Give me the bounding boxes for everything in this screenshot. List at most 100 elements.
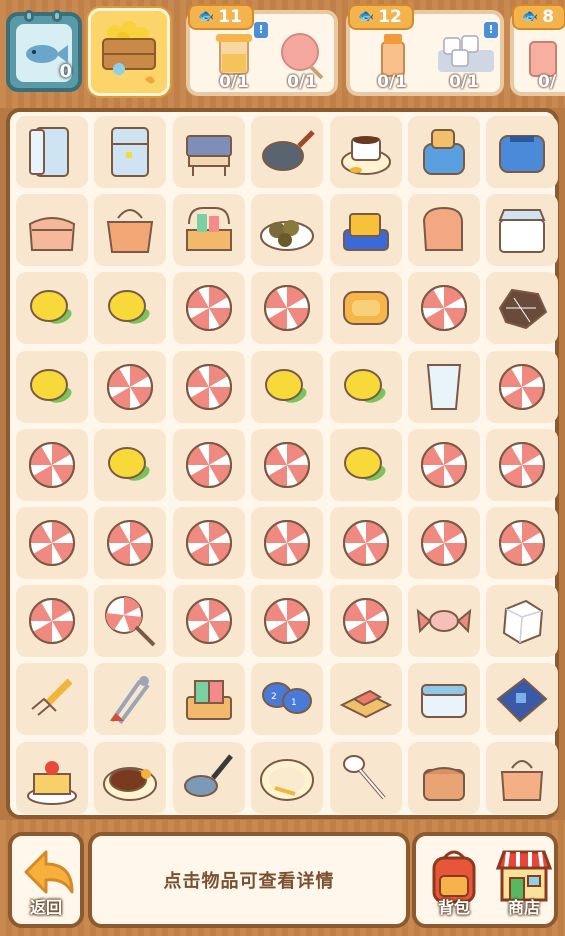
backpack-button[interactable]: 背包 — [418, 836, 490, 924]
item-cell[interactable] — [329, 663, 402, 736]
candy-icon — [29, 519, 75, 566]
item-cell[interactable] — [486, 428, 559, 501]
item-cell[interactable] — [94, 506, 167, 579]
item-cell[interactable] — [16, 350, 88, 423]
butter-dish-icon — [342, 213, 389, 252]
item-cell[interactable] — [407, 585, 480, 658]
fish-count: 0 — [59, 61, 72, 82]
hint-panel: 点击物品可查看详情 — [88, 832, 410, 928]
item-cell[interactable] — [486, 350, 559, 423]
item-cell[interactable] — [251, 428, 324, 501]
tongs-icon — [110, 676, 151, 725]
item-cell[interactable] — [407, 506, 480, 579]
item-cell[interactable] — [329, 350, 402, 423]
item-cell[interactable] — [486, 663, 559, 736]
item-cell[interactable] — [329, 116, 402, 188]
item-cell[interactable] — [251, 272, 324, 345]
shop-button[interactable]: 商店 — [488, 836, 560, 924]
item-cell[interactable] — [407, 116, 480, 188]
item-cell[interactable] — [172, 272, 245, 345]
item-cell[interactable] — [94, 585, 167, 658]
item-cell[interactable] — [251, 194, 324, 267]
fish-icon: 🐟 — [522, 9, 539, 24]
item-cell[interactable] — [16, 428, 88, 501]
item-cell[interactable] — [486, 272, 559, 345]
item-cell[interactable] — [94, 194, 167, 267]
item-cell[interactable] — [329, 428, 402, 501]
alert-icon: ! — [254, 22, 268, 38]
item-cell[interactable] — [94, 428, 167, 501]
item-cell[interactable] — [16, 116, 88, 188]
reward-count: 11 — [218, 7, 242, 27]
order-card-3[interactable]: 🐟 8 0/ — [510, 4, 565, 96]
item-cell[interactable] — [329, 194, 402, 267]
candy-icon — [107, 519, 154, 566]
lemon-icon — [30, 290, 72, 325]
item-cell[interactable] — [172, 663, 245, 736]
item-cell[interactable] — [486, 194, 559, 267]
item-cell[interactable] — [172, 194, 245, 267]
item-cell[interactable] — [172, 350, 245, 423]
item-cell[interactable] — [94, 663, 167, 736]
order-slot-juice-cup[interactable]: ! 0/1 — [200, 22, 268, 92]
item-cell[interactable] — [486, 116, 559, 188]
item-cell[interactable] — [16, 585, 88, 658]
item-cell[interactable] — [94, 741, 167, 814]
reward-tag: 🐟 8 — [512, 4, 565, 30]
item-cell[interactable] — [486, 506, 559, 579]
backpack-label: 背包 — [437, 898, 470, 917]
item-cell[interactable] — [94, 272, 167, 345]
order-card-1[interactable]: 🐟 11 ! 0/1 0/1 — [186, 4, 338, 96]
item-cell[interactable] — [407, 194, 480, 267]
item-cell[interactable] — [407, 428, 480, 501]
item-cell[interactable] — [94, 116, 167, 188]
item-cell[interactable] — [172, 506, 245, 579]
item-cell[interactable] — [16, 194, 88, 267]
order-progress: 0/1 — [219, 72, 249, 92]
item-cell[interactable] — [329, 741, 402, 814]
spoon-icon — [342, 754, 386, 799]
item-cell[interactable] — [329, 506, 402, 579]
item-cell[interactable] — [172, 116, 245, 188]
item-cell[interactable] — [251, 741, 324, 814]
candy-icon — [342, 519, 389, 566]
item-cell[interactable] — [16, 663, 88, 736]
fish-calendar-card[interactable]: 0 — [6, 10, 82, 92]
crate-icon — [102, 21, 156, 84]
back-button[interactable]: 返回 — [8, 832, 84, 928]
item-cell[interactable] — [486, 741, 559, 814]
item-cell[interactable] — [16, 741, 88, 814]
item-cell[interactable] — [172, 741, 245, 814]
order-slot-juice-bottle[interactable]: 0/1 — [358, 28, 426, 92]
item-cell[interactable] — [486, 585, 559, 658]
lemon-icon — [343, 446, 386, 481]
item-cell[interactable] — [329, 585, 402, 658]
item-cell[interactable] — [251, 585, 324, 658]
orders-bar: 0 🐟 11 ! 0/1 0/1 🐟 12 0/1 ! 0/1 🐟 8 0/ — [0, 0, 565, 108]
candy-icon — [185, 441, 232, 488]
item-cell[interactable] — [16, 506, 88, 579]
item-cell[interactable] — [251, 116, 324, 188]
item-cell[interactable] — [407, 741, 480, 814]
item-cell[interactable] — [16, 272, 88, 345]
item-cell[interactable] — [329, 272, 402, 345]
item-cell[interactable] — [251, 350, 324, 423]
order-slot-juice-bottle[interactable]: 0/ — [516, 28, 565, 92]
order-progress: 0/1 — [377, 72, 407, 92]
candy-icon — [185, 363, 232, 410]
item-cell[interactable] — [172, 585, 245, 658]
item-cell[interactable] — [407, 350, 480, 423]
order-slot-ice-cubes[interactable]: ! 0/1 — [430, 22, 498, 92]
candy-icon — [185, 519, 232, 566]
item-cell[interactable] — [407, 272, 480, 345]
item-cell[interactable] — [172, 428, 245, 501]
rotten-meat-icon — [499, 289, 548, 330]
item-cell[interactable] — [407, 663, 480, 736]
order-slot-lollipop[interactable]: 0/1 — [268, 28, 336, 92]
item-cell[interactable]: 21 — [251, 663, 324, 736]
order-card-2[interactable]: 🐟 12 0/1 ! 0/1 — [346, 4, 504, 96]
item-cell[interactable] — [251, 506, 324, 579]
wrapped-candy-icon — [416, 608, 472, 634]
lemon-crate-card[interactable] — [88, 8, 170, 96]
item-cell[interactable] — [94, 350, 167, 423]
